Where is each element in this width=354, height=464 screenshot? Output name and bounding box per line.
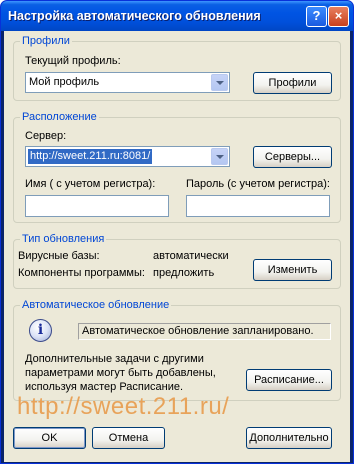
watermark-text: http://sweet.211.ru/ — [17, 393, 230, 420]
location-group: Расположение Сервер: http://sweet.211.ru… — [13, 111, 341, 223]
dialog-window: Настройка автоматического обновления ? ×… — [0, 0, 354, 464]
server-combo[interactable]: http://sweet.211.ru:8081/ — [25, 146, 230, 167]
auto-update-group: Автоматическое обновление i Автоматическ… — [13, 299, 341, 401]
chevron-down-icon[interactable] — [211, 74, 228, 91]
location-group-title: Расположение — [20, 111, 99, 123]
auto-update-status: Автоматическое обновление запланировано. — [78, 323, 331, 340]
username-field[interactable] — [25, 195, 169, 217]
close-button[interactable]: × — [328, 6, 349, 27]
update-type-group-title: Тип обновления — [20, 233, 107, 245]
cancel-button[interactable]: Отмена — [92, 427, 165, 449]
info-icon: i — [29, 319, 52, 342]
virus-db-value: автоматически — [153, 250, 229, 262]
change-button[interactable]: Изменить — [253, 259, 332, 281]
help-button[interactable]: ? — [306, 6, 327, 27]
profiles-button[interactable]: Профили — [253, 72, 332, 94]
password-field[interactable] — [186, 195, 330, 217]
current-profile-combo[interactable]: Мой профиль — [25, 72, 230, 93]
update-type-group: Тип обновления Вирусные базы: автоматиче… — [13, 233, 341, 289]
advanced-button[interactable]: Дополнительно — [246, 427, 332, 449]
components-label: Компоненты программы: — [18, 267, 145, 279]
server-label: Сервер: — [25, 130, 67, 142]
auto-update-group-title: Автоматическое обновление — [20, 299, 172, 311]
username-label: Имя ( с учетом регистра): — [25, 178, 156, 190]
servers-button[interactable]: Серверы... — [253, 146, 332, 168]
dialog-client-area: Профили Текущий профиль: Мой профиль Про… — [4, 31, 350, 462]
components-value: предложить — [153, 267, 215, 279]
current-profile-label: Текущий профиль: — [25, 55, 121, 67]
schedule-button[interactable]: Расписание... — [246, 369, 332, 391]
window-title: Настройка автоматического обновления — [8, 9, 261, 23]
server-value: http://sweet.211.ru:8081/ — [28, 149, 153, 164]
current-profile-value: Мой профиль — [29, 76, 100, 88]
auto-update-status-text: Автоматическое обновление запланировано. — [82, 325, 314, 337]
virus-db-label: Вирусные базы: — [18, 250, 100, 262]
title-bar[interactable]: Настройка автоматического обновления ? × — [1, 1, 353, 31]
password-label: Пароль (с учетом регистра): — [186, 178, 330, 190]
chevron-down-icon[interactable] — [211, 148, 228, 165]
auto-update-description: Дополнительные задачи с другими параметр… — [25, 353, 216, 393]
profiles-group: Профили Текущий профиль: Мой профиль Про… — [13, 35, 341, 101]
profiles-group-title: Профили — [20, 35, 72, 47]
ok-button[interactable]: OK — [13, 427, 86, 449]
